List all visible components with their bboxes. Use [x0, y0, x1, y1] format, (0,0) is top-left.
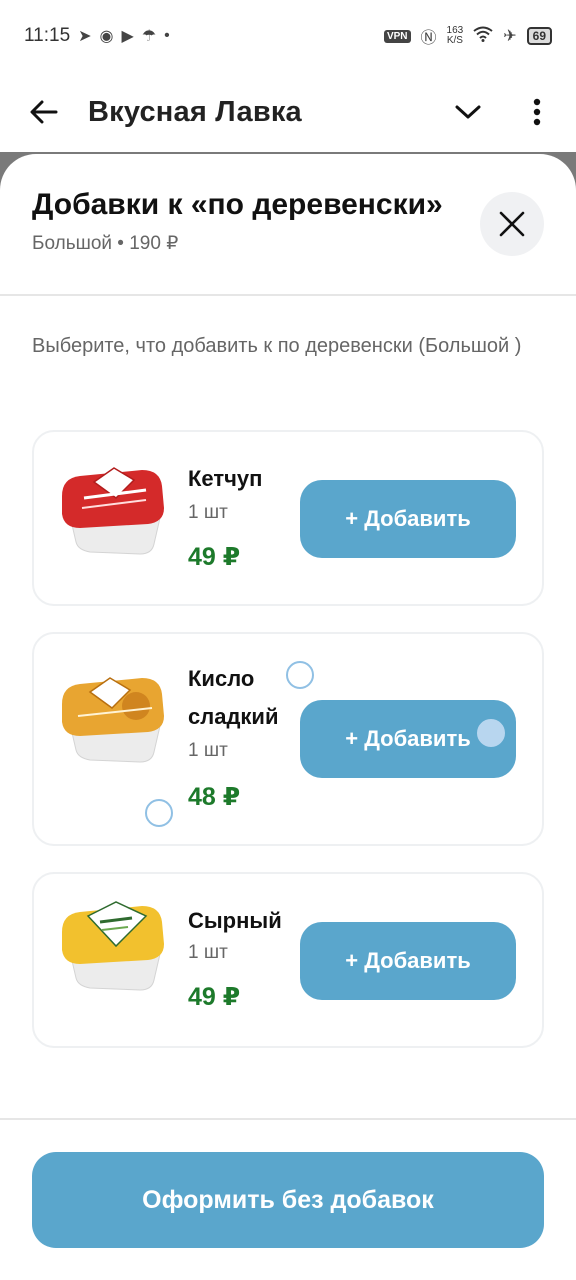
arrow-left-icon	[30, 100, 58, 124]
app-title: Вкусная Лавка	[88, 95, 302, 128]
dot-icon: •	[164, 27, 170, 44]
sheet-description: Выберите, что добавить к по деревенски (…	[32, 335, 522, 357]
touch-marker	[145, 799, 173, 827]
touch-marker	[286, 661, 314, 689]
close-button[interactable]	[480, 192, 544, 256]
telegram-icon: ➤	[78, 28, 92, 45]
addon-price: 48 ₽	[188, 783, 241, 811]
battery-indicator: 69	[526, 27, 552, 45]
youtube-icon: ▶	[121, 28, 134, 45]
umbrella-icon: ☂	[141, 28, 157, 45]
chat-icon: ◉	[99, 28, 114, 45]
store-dropdown-button[interactable]	[438, 72, 498, 152]
addons-sheet: Добавки к «по деревенски» Большой • 190 …	[0, 154, 576, 1280]
more-vertical-icon	[533, 98, 541, 126]
status-bar: 11:15 ➤ ◉ ▶ ☂ • VPN Ⓝ 163 K/S ✈ 69	[0, 0, 576, 72]
vpn-badge: VPN	[383, 29, 411, 43]
touch-marker	[477, 719, 505, 747]
checkout-without-addons-button[interactable]: Оформить без добавок	[32, 1152, 544, 1248]
chevron-down-icon	[455, 105, 481, 119]
addon-card-sweet-sour: Кисло сладкий 1 шт 48 ₽ + Добавить	[32, 632, 544, 846]
addon-card-ketchup: Кетчуп 1 шт 49 ₽ + Добавить	[32, 430, 544, 606]
speed-unit: K/S	[446, 35, 463, 46]
app-bar: Вкусная Лавка	[0, 72, 576, 152]
back-button[interactable]	[0, 72, 88, 152]
addon-qty: 1 шт	[188, 942, 228, 963]
addon-price: 49 ₽	[188, 543, 241, 571]
addon-name: Сырный	[188, 908, 282, 933]
addon-name: Кетчуп	[188, 466, 263, 491]
more-menu-button[interactable]	[498, 72, 576, 152]
close-icon	[499, 211, 525, 237]
add-cheese-button[interactable]: + Добавить	[300, 922, 516, 1000]
sheet-header: Добавки к «по деревенски» Большой • 190 …	[0, 154, 576, 296]
footer-divider	[0, 1118, 576, 1120]
network-speed: 163 K/S	[447, 26, 464, 46]
ketchup-sauce-image	[62, 467, 164, 555]
status-time: 11:15	[24, 25, 71, 46]
addon-qty: 1 шт	[188, 740, 228, 761]
nfc-icon: Ⓝ	[420, 30, 437, 47]
addon-card-cheese: Сырный 1 шт 49 ₽ + Добавить	[32, 872, 544, 1048]
addon-list: Кетчуп 1 шт 49 ₽ + Добавить Кисло сладки…	[32, 430, 544, 1048]
sheet-subtitle: Большой • 190 ₽	[32, 233, 179, 254]
cheese-sauce-image	[62, 901, 164, 991]
sheet-title: Добавки к «по деревенски»	[32, 188, 443, 221]
sweet-sour-sauce-image	[62, 677, 164, 763]
addon-qty: 1 шт	[188, 502, 228, 523]
add-ketchup-button[interactable]: + Добавить	[300, 480, 516, 558]
airplane-icon: ✈	[503, 28, 517, 45]
wifi-icon	[473, 26, 493, 47]
addon-price: 49 ₽	[188, 983, 241, 1011]
